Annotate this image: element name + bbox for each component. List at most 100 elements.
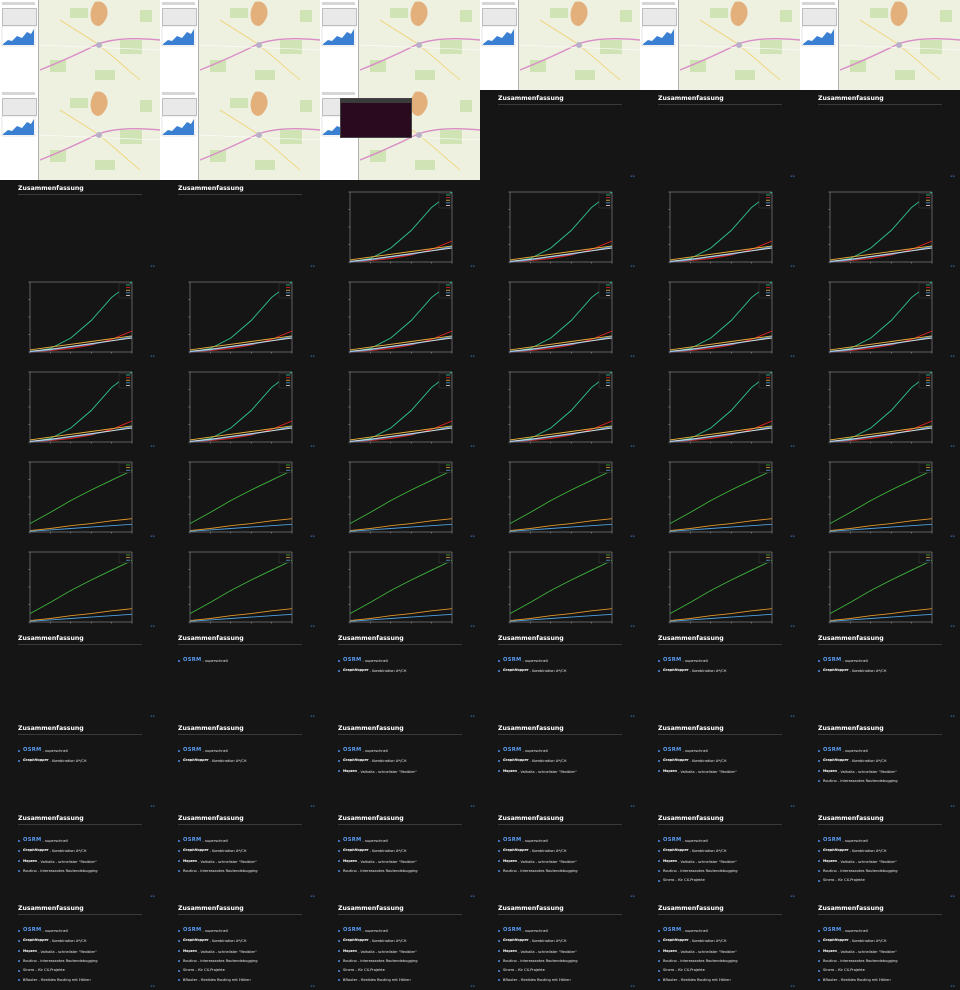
slide-thumbnail[interactable]: Zusammenfassung OSRM - superschnell GraphH…	[320, 720, 480, 810]
slide-thumbnail[interactable]: ◂ ▸	[640, 270, 800, 360]
slide-thumbnail[interactable]: ◂ ▸	[160, 270, 320, 360]
slide-nav-icons[interactable]: ◂ ▸	[950, 894, 955, 898]
slide-thumbnail[interactable]: ◂ ▸	[480, 180, 640, 270]
slide-thumbnail[interactable]: ◂ ▸	[800, 540, 960, 630]
slide-nav-icons[interactable]: ◂ ▸	[150, 624, 155, 628]
slide-thumbnail[interactable]: Zusammenfassung OSRM - superschnell GraphH…	[160, 900, 320, 990]
slide-thumbnail[interactable]: ◂ ▸	[320, 180, 480, 270]
slide-nav-icons[interactable]: ◂ ▸	[950, 354, 955, 358]
slide-thumbnail[interactable]: Zusammenfassung ◂ ▸	[640, 90, 800, 180]
slide-thumbnail[interactable]: ◂ ▸	[160, 540, 320, 630]
slide-thumbnail[interactable]: ◂ ▸	[800, 180, 960, 270]
slide-nav-icons[interactable]: ◂ ▸	[470, 444, 475, 448]
slide-nav-icons[interactable]: ◂ ▸	[790, 264, 795, 268]
slide-thumbnail[interactable]: ◂ ▸	[160, 360, 320, 450]
slide-nav-icons[interactable]: ◂ ▸	[790, 804, 795, 808]
slide-nav-icons[interactable]: ◂ ▸	[310, 894, 315, 898]
slide-nav-icons[interactable]: ◂ ▸	[950, 804, 955, 808]
slide-thumbnail[interactable]: ◂ ▸	[640, 450, 800, 540]
slide-thumbnail[interactable]: Zusammenfassung OSRM - superschnell GraphH…	[480, 630, 640, 720]
slide-thumbnail[interactable]: Zusammenfassung ◂ ▸	[480, 90, 640, 180]
slide-nav-icons[interactable]: ◂ ▸	[630, 894, 635, 898]
slide-thumbnail[interactable]	[800, 0, 960, 90]
slide-nav-icons[interactable]: ◂ ▸	[790, 714, 795, 718]
slide-nav-icons[interactable]: ◂ ▸	[310, 354, 315, 358]
slide-thumbnail[interactable]	[0, 0, 160, 90]
slide-nav-icons[interactable]: ◂ ▸	[150, 264, 155, 268]
slide-thumbnail[interactable]: ◂ ▸	[320, 360, 480, 450]
slide-thumbnail[interactable]: ◂ ▸	[800, 360, 960, 450]
slide-thumbnail[interactable]: ◂ ▸	[640, 180, 800, 270]
slide-nav-icons[interactable]: ◂ ▸	[470, 264, 475, 268]
slide-thumbnail[interactable]: Zusammenfassung OSRM - superschnell GraphH…	[320, 810, 480, 900]
slide-nav-icons[interactable]: ◂ ▸	[790, 624, 795, 628]
slide-nav-icons[interactable]: ◂ ▸	[470, 804, 475, 808]
slide-thumbnail[interactable]: Zusammenfassung OSRM - superschnell GraphH…	[800, 900, 960, 990]
slide-nav-icons[interactable]: ◂ ▸	[470, 624, 475, 628]
terminal-window[interactable]	[340, 98, 412, 138]
slide-nav-icons[interactable]: ◂ ▸	[630, 174, 635, 178]
slide-nav-icons[interactable]: ◂ ▸	[470, 984, 475, 988]
slide-thumbnail[interactable]: ◂ ▸	[0, 540, 160, 630]
slide-thumbnail[interactable]	[480, 0, 640, 90]
slide-thumbnail[interactable]: ◂ ▸	[800, 270, 960, 360]
slide-nav-icons[interactable]: ◂ ▸	[790, 354, 795, 358]
slide-nav-icons[interactable]: ◂ ▸	[310, 534, 315, 538]
slide-nav-icons[interactable]: ◂ ▸	[310, 984, 315, 988]
slide-thumbnail[interactable]	[0, 90, 160, 180]
slide-thumbnail[interactable]: ◂ ▸	[320, 450, 480, 540]
slide-thumbnail[interactable]: ◂ ▸	[0, 450, 160, 540]
slide-thumbnail[interactable]: ◂ ▸	[0, 360, 160, 450]
slide-thumbnail[interactable]: ◂ ▸	[800, 450, 960, 540]
slide-nav-icons[interactable]: ◂ ▸	[790, 174, 795, 178]
slide-thumbnail[interactable]: Zusammenfassung OSRM - superschnell GraphH…	[160, 810, 320, 900]
slide-nav-icons[interactable]: ◂ ▸	[950, 984, 955, 988]
slide-thumbnail[interactable]: ◂ ▸	[480, 270, 640, 360]
slide-nav-icons[interactable]: ◂ ▸	[310, 714, 315, 718]
slide-thumbnail[interactable]: ◂ ▸	[160, 450, 320, 540]
slide-nav-icons[interactable]: ◂ ▸	[470, 714, 475, 718]
slide-nav-icons[interactable]: ◂ ▸	[470, 534, 475, 538]
slide-nav-icons[interactable]: ◂ ▸	[310, 624, 315, 628]
slide-thumbnail[interactable]: ◂ ▸	[480, 450, 640, 540]
slide-thumbnail[interactable]: Zusammenfassung OSRM - superschnell GraphH…	[480, 810, 640, 900]
slide-thumbnail[interactable]: Zusammenfassung ◂ ▸	[0, 630, 160, 720]
slide-thumbnail[interactable]: Zusammenfassung OSRM - superschnell GraphH…	[800, 720, 960, 810]
slide-thumbnail[interactable]: Zusammenfassung OSRM - superschnell GraphH…	[160, 720, 320, 810]
slide-nav-icons[interactable]: ◂ ▸	[150, 714, 155, 718]
slide-nav-icons[interactable]: ◂ ▸	[630, 624, 635, 628]
slide-nav-icons[interactable]: ◂ ▸	[310, 804, 315, 808]
slide-nav-icons[interactable]: ◂ ▸	[630, 804, 635, 808]
slide-thumbnail[interactable]: Zusammenfassung ◂ ▸	[0, 180, 160, 270]
slide-nav-icons[interactable]: ◂ ▸	[630, 984, 635, 988]
slide-nav-icons[interactable]: ◂ ▸	[630, 444, 635, 448]
slide-nav-icons[interactable]: ◂ ▸	[950, 624, 955, 628]
slide-thumbnail[interactable]: Zusammenfassung ◂ ▸	[800, 90, 960, 180]
slide-thumbnail[interactable]: Zusammenfassung OSRM - superschnell GraphH…	[0, 810, 160, 900]
slide-nav-icons[interactable]: ◂ ▸	[150, 354, 155, 358]
slide-nav-icons[interactable]: ◂ ▸	[630, 714, 635, 718]
slide-nav-icons[interactable]: ◂ ▸	[470, 894, 475, 898]
slide-nav-icons[interactable]: ◂ ▸	[790, 534, 795, 538]
slide-thumbnail[interactable]: Zusammenfassung OSRM - superschnell GraphH…	[640, 630, 800, 720]
slide-nav-icons[interactable]: ◂ ▸	[950, 444, 955, 448]
slide-nav-icons[interactable]: ◂ ▸	[310, 264, 315, 268]
slide-thumbnail[interactable]: Zusammenfassung OSRM - superschnell ◂ ▸	[160, 630, 320, 720]
slide-thumbnail[interactable]: ◂ ▸	[320, 540, 480, 630]
slide-thumbnail[interactable]	[320, 90, 480, 180]
slide-thumbnail[interactable]: Zusammenfassung OSRM - superschnell GraphH…	[640, 900, 800, 990]
slide-nav-icons[interactable]: ◂ ▸	[150, 894, 155, 898]
slide-thumbnail[interactable]: Zusammenfassung OSRM - superschnell GraphH…	[320, 900, 480, 990]
slide-nav-icons[interactable]: ◂ ▸	[790, 984, 795, 988]
slide-thumbnail[interactable]: ◂ ▸	[320, 270, 480, 360]
slide-thumbnail[interactable]: Zusammenfassung ◂ ▸	[160, 180, 320, 270]
slide-thumbnail[interactable]: ◂ ▸	[480, 360, 640, 450]
slide-nav-icons[interactable]: ◂ ▸	[950, 714, 955, 718]
slide-thumbnail[interactable]: Zusammenfassung OSRM - superschnell GraphH…	[640, 720, 800, 810]
slide-nav-icons[interactable]: ◂ ▸	[950, 534, 955, 538]
slide-thumbnail[interactable]: ◂ ▸	[0, 270, 160, 360]
slide-nav-icons[interactable]: ◂ ▸	[630, 264, 635, 268]
slide-thumbnail[interactable]: Zusammenfassung OSRM - superschnell GraphH…	[320, 630, 480, 720]
slide-thumbnail[interactable]: Zusammenfassung OSRM - superschnell GraphH…	[800, 810, 960, 900]
slide-nav-icons[interactable]: ◂ ▸	[790, 894, 795, 898]
